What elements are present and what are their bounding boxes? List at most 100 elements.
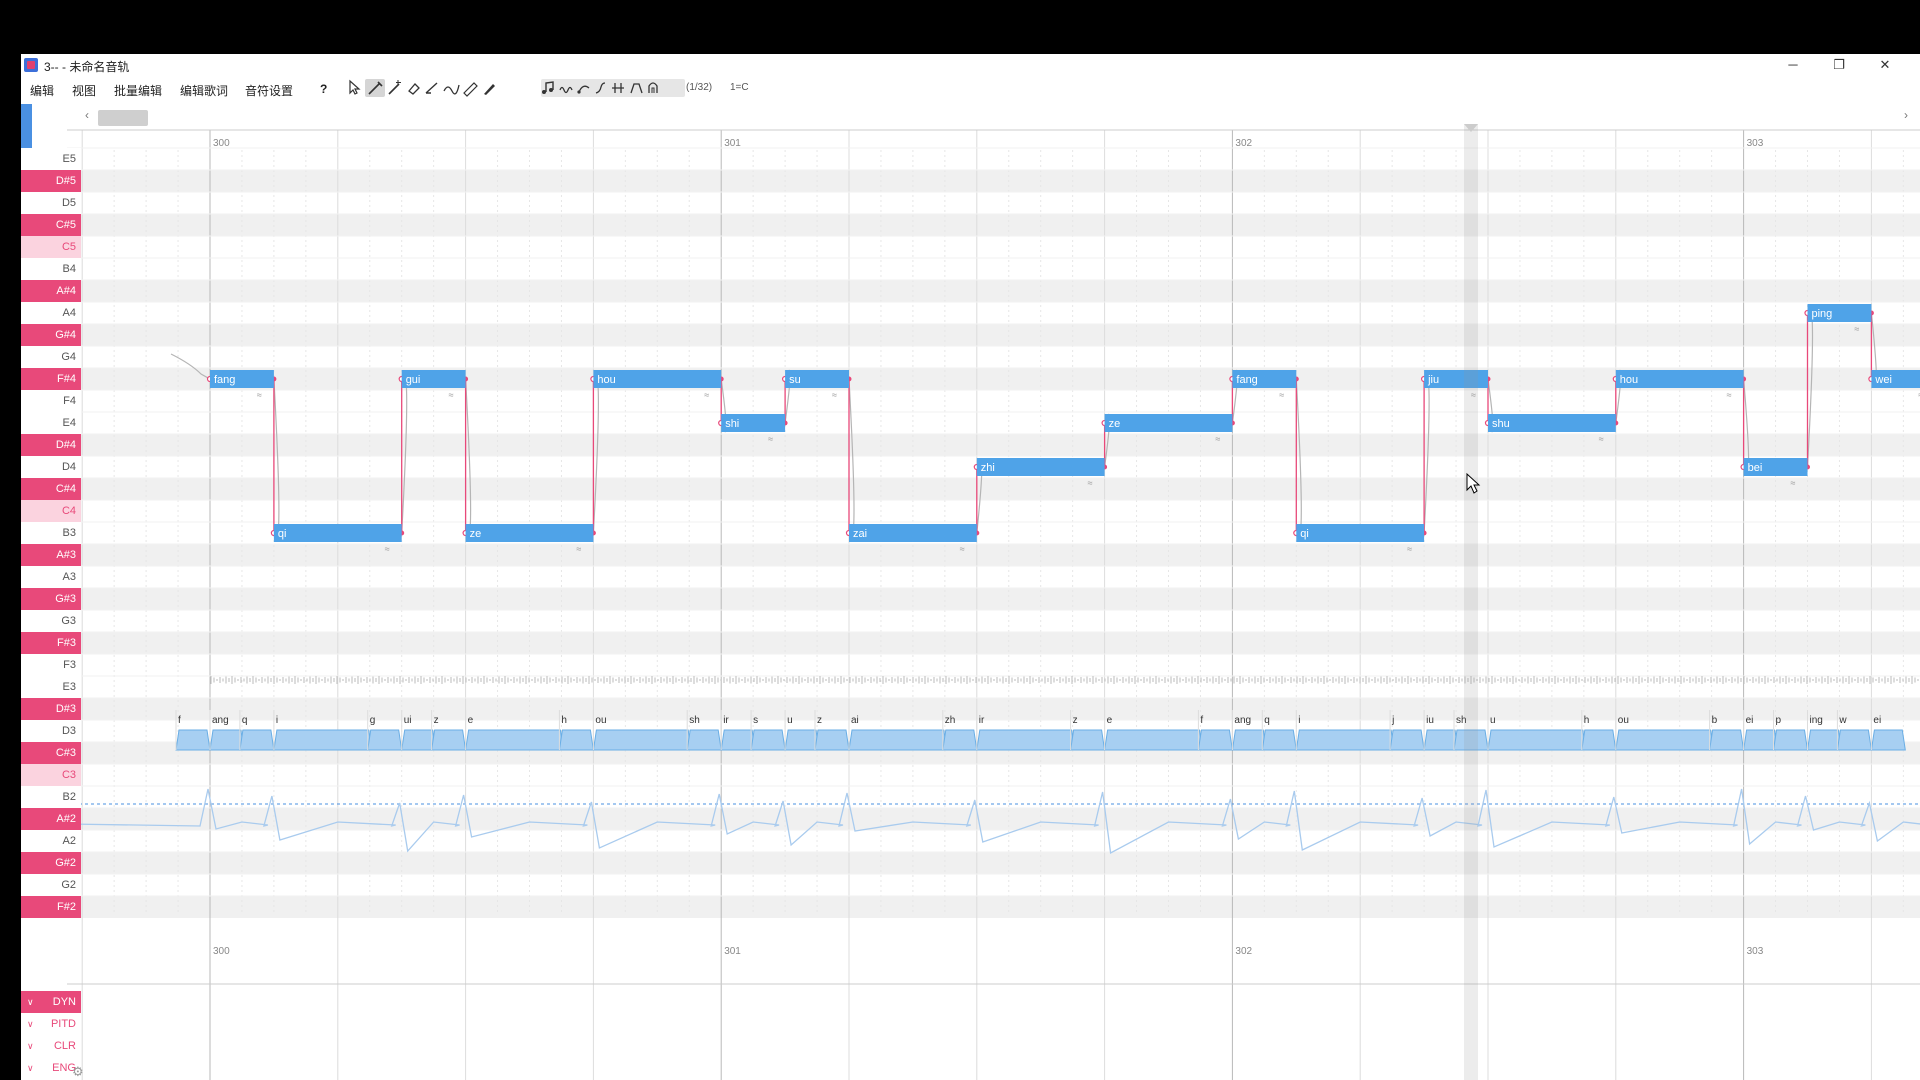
phoneme-label[interactable]: ou [595,715,606,726]
piano-key-d3[interactable]: D3 [21,720,81,742]
phoneme-label[interactable]: i [1298,715,1300,726]
phoneme-block[interactable] [1743,729,1779,751]
vibrato-marker-icon[interactable]: ≈ [1279,390,1284,400]
note-lyric[interactable]: shu [1492,418,1510,430]
phoneme-block[interactable] [239,729,275,751]
vibrato-marker-icon[interactable]: ≈ [1407,544,1412,554]
vibrato-marker-icon[interactable]: ≈ [385,544,390,554]
vibrato-marker-icon[interactable]: ≈ [576,544,581,554]
phoneme-block[interactable] [1197,729,1233,751]
phoneme-block[interactable] [784,729,820,751]
phoneme-label[interactable]: i [276,715,278,726]
phoneme-block[interactable] [1070,729,1106,751]
vibrato-marker-icon[interactable]: ≈ [960,544,965,554]
phoneme-block[interactable] [1772,729,1809,751]
phoneme-label[interactable]: zh [945,715,956,726]
piano-key-a4[interactable]: A4 [21,302,81,324]
phoneme-label[interactable]: s [753,715,758,726]
phoneme-label[interactable]: ing [1810,715,1823,726]
note-lyric[interactable]: shi [725,418,739,430]
phoneme-label[interactable]: ui [404,715,412,726]
piano-key-gs2[interactable]: G#2 [21,852,81,874]
phoneme-label[interactable]: z [817,715,822,726]
piano-key-as3[interactable]: A#3 [21,544,81,566]
note-lyric[interactable]: zai [853,528,867,540]
phoneme-block[interactable] [592,729,692,751]
piano-key-c5[interactable]: C5 [21,236,81,258]
phoneme-block[interactable] [1389,729,1425,751]
piano-key-ds3[interactable]: D#3 [21,698,81,720]
phoneme-block[interactable] [465,729,564,751]
piano-key-cs4[interactable]: C#4 [21,478,81,500]
piano-key-b2[interactable]: B2 [21,786,81,808]
note-lyric[interactable]: ping [1812,308,1833,320]
expression-pitd[interactable]: ∨ PITD [21,1013,81,1035]
phoneme-block[interactable] [942,729,978,751]
phoneme-label[interactable]: j [1391,715,1394,726]
note[interactable] [465,524,594,542]
note-lyric[interactable]: su [789,374,801,386]
phoneme-block[interactable] [1836,729,1872,751]
phoneme-label[interactable]: f [178,715,181,726]
phoneme-block[interactable] [1487,729,1587,751]
expression-label[interactable]: DYN [53,991,76,1013]
phoneme-label[interactable]: ai [851,715,859,726]
piano-key-as4[interactable]: A#4 [21,280,81,302]
note-lyric[interactable]: hou [597,374,615,386]
piano-key-cs5[interactable]: C#5 [21,214,81,236]
note-lyric[interactable]: fang [214,374,235,386]
note[interactable] [1104,414,1233,432]
phoneme-block[interactable] [750,729,786,751]
vibrato-marker-icon[interactable]: ≈ [1215,434,1220,444]
phoneme-label[interactable]: h [561,715,567,726]
piano-key-cs3[interactable]: C#3 [21,742,81,764]
piano-key-g3[interactable]: G3 [21,610,81,632]
phoneme-block[interactable] [1261,729,1297,751]
phoneme-label[interactable]: ang [212,715,229,726]
piano-key-fs2[interactable]: F#2 [21,896,81,918]
piano-key-g4[interactable]: G4 [21,346,81,368]
phoneme-label[interactable]: ir [979,715,985,726]
vibrato-marker-icon[interactable]: ≈ [832,390,837,400]
piano-key-b3[interactable]: B3 [21,522,81,544]
phoneme-label[interactable]: h [1584,715,1590,726]
vibrato-marker-icon[interactable]: ≈ [257,390,262,400]
piano-key-fs4[interactable]: F#4 [21,368,81,390]
piano-key-d4[interactable]: D4 [21,456,81,478]
expression-dyn[interactable]: ∨ DYN [21,991,81,1013]
phoneme-block[interactable] [431,729,467,751]
phoneme-label[interactable]: q [242,715,248,726]
piano-key-as2[interactable]: A#2 [21,808,81,830]
note-lyric[interactable]: qi [278,528,287,540]
piano-key-c3[interactable]: C3 [21,764,81,786]
vibrato-marker-icon[interactable]: ≈ [1791,478,1796,488]
phoneme-block[interactable] [848,729,948,751]
phoneme-block[interactable] [273,729,373,751]
phoneme-label[interactable]: iu [1426,715,1434,726]
piano-key-e4[interactable]: E4 [21,412,81,434]
phoneme-block[interactable] [1231,729,1267,751]
piano-key-f4[interactable]: F4 [21,390,81,412]
phoneme-block[interactable] [1423,729,1459,751]
phoneme-label[interactable]: b [1712,715,1718,726]
note[interactable] [849,524,977,542]
piano-key-gs4[interactable]: G#4 [21,324,81,346]
phoneme-label[interactable]: g [370,715,376,726]
phoneme-label[interactable]: e [1107,715,1113,726]
expression-clr[interactable]: ∨ CLR [21,1035,81,1057]
vibrato-marker-icon[interactable]: ≈ [1727,390,1732,400]
piano-key-gs3[interactable]: G#3 [21,588,81,610]
phoneme-block[interactable] [558,729,594,751]
expression-label[interactable]: PITD [51,1013,76,1035]
piano-key-g2[interactable]: G2 [21,874,81,896]
phoneme-block[interactable] [209,729,245,751]
phoneme-block[interactable] [1104,729,1203,751]
chevron-down-icon[interactable]: ∨ [27,1057,41,1079]
phoneme-block[interactable] [175,729,211,751]
phoneme-label[interactable]: ir [723,715,729,726]
piano-key-a3[interactable]: A3 [21,566,81,588]
note-lyric[interactable]: jiu [1427,374,1439,386]
piano-key-d5[interactable]: D5 [21,192,81,214]
piano-key-e5[interactable]: E5 [21,148,81,170]
phoneme-label[interactable]: u [1490,715,1496,726]
